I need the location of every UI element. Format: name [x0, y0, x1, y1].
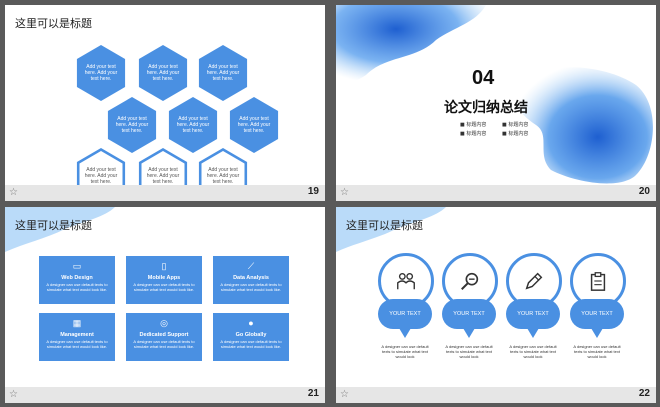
- section-number: 04: [472, 67, 495, 89]
- slide-footer: ☆ 19: [5, 185, 325, 201]
- hexagon: Add your text here. Add your text here.: [229, 97, 279, 153]
- star-icon[interactable]: ☆: [9, 187, 18, 198]
- service-tile: ◎ Dedicated Support A designer can use d…: [126, 313, 202, 361]
- slide-21[interactable]: 这里可以是标题 ▭ Web Design A designer can use …: [5, 207, 325, 403]
- calendar-icon: ▦: [72, 318, 82, 328]
- slide-canvas: 这里可以是标题 YOUR TEXT A designer can use def…: [336, 207, 656, 387]
- bubble-label: YOUR TEXT: [570, 299, 624, 329]
- service-tile: ⟋ Data Analysis A designer can use defau…: [213, 256, 289, 304]
- slide-title: 这里可以是标题: [15, 17, 92, 30]
- hexagon: Add your text here. Add your text here.: [107, 97, 157, 153]
- hexagon: Add your text here. Add your text here.: [138, 45, 188, 101]
- star-icon[interactable]: ☆: [340, 187, 349, 198]
- globe-icon: ●: [248, 318, 254, 328]
- service-tile: ▦ Management A designer can use default …: [39, 313, 115, 361]
- slide-canvas: 04 论文归纳总结 ■ 标题内容 ■ 标题内容 ■ 标题内容 ■ 标题内容: [336, 5, 656, 185]
- slide-footer: ☆ 20: [336, 185, 656, 201]
- slide-canvas: 这里可以是标题 Add your text here. Add your tex…: [5, 5, 325, 185]
- people-icon: [397, 272, 415, 290]
- bubble-label: YOUR TEXT: [442, 299, 496, 329]
- bubble-label: YOUR TEXT: [378, 299, 432, 329]
- slide-number: 22: [638, 388, 650, 399]
- hexagon: Add your text here. Add your text here.: [198, 45, 248, 101]
- service-tile: ▯ Mobile Apps A designer can use default…: [126, 256, 202, 304]
- star-icon[interactable]: ☆: [340, 389, 349, 400]
- bubble-text: A designer can use default texts to simu…: [573, 344, 621, 359]
- service-tile: ▭ Web Design A designer can use default …: [39, 256, 115, 304]
- bubble-text: A designer can use default texts to simu…: [381, 344, 429, 359]
- bubble-text: A designer can use default texts to simu…: [445, 344, 493, 359]
- slide-number: 21: [307, 388, 319, 399]
- search-icon: [461, 272, 479, 290]
- monitor-icon: ▭: [72, 261, 82, 271]
- bullet-item: ■ 标题内容: [460, 131, 487, 137]
- bubble-tail: [527, 328, 539, 338]
- slide-title: 这里可以是标题: [15, 219, 92, 232]
- bubble-label: YOUR TEXT: [506, 299, 560, 329]
- slide-19[interactable]: 这里可以是标题 Add your text here. Add your tex…: [5, 5, 325, 201]
- bubble-tail: [399, 328, 411, 338]
- slide-20[interactable]: 04 论文归纳总结 ■ 标题内容 ■ 标题内容 ■ 标题内容 ■ 标题内容 ☆ …: [336, 5, 656, 201]
- slide-footer: ☆ 21: [5, 387, 325, 403]
- slide-number: 20: [638, 186, 650, 197]
- service-tile: ● Go Globally A designer can use default…: [213, 313, 289, 361]
- lifebuoy-icon: ◎: [160, 318, 168, 328]
- bullet-item: ■ 标题内容: [502, 131, 529, 137]
- hexagon-outline: Add your text here. Add your text here.: [76, 148, 126, 185]
- slide-22[interactable]: 这里可以是标题 YOUR TEXT A designer can use def…: [336, 207, 656, 403]
- star-icon[interactable]: ☆: [9, 389, 18, 400]
- watercolor-decoration: [336, 5, 653, 184]
- hexagon: Add your text here. Add your text here.: [76, 45, 126, 101]
- slide-title: 这里可以是标题: [346, 219, 423, 232]
- speech-bubble: YOUR TEXT A designer can use default tex…: [506, 253, 562, 359]
- speech-bubble: YOUR TEXT A designer can use default tex…: [378, 253, 434, 359]
- bubble-tail: [591, 328, 603, 338]
- hexagon-outline: Add your text here. Add your text here.: [138, 148, 188, 185]
- bubble-tail: [463, 328, 475, 338]
- bullet-item: ■ 标题内容: [502, 122, 529, 128]
- hexagon: Add your text here. Add your text here.: [168, 97, 218, 153]
- hexagon-outline: Add your text here. Add your text here.: [198, 148, 248, 185]
- phone-icon: ▯: [161, 261, 167, 271]
- bullet-item: ■ 标题内容: [460, 122, 487, 128]
- slide-number: 19: [307, 186, 319, 197]
- speech-bubble: YOUR TEXT A designer can use default tex…: [570, 253, 626, 359]
- section-title: 论文归纳总结: [444, 100, 528, 116]
- chart-icon: ⟋: [247, 261, 255, 271]
- slide-footer: ☆ 22: [336, 387, 656, 403]
- speech-bubble: YOUR TEXT A designer can use default tex…: [442, 253, 498, 359]
- bubble-text: A designer can use default texts to simu…: [509, 344, 557, 359]
- slide-canvas: 这里可以是标题 ▭ Web Design A designer can use …: [5, 207, 325, 387]
- clipboard-icon: [590, 272, 606, 291]
- pen-icon: [525, 272, 543, 290]
